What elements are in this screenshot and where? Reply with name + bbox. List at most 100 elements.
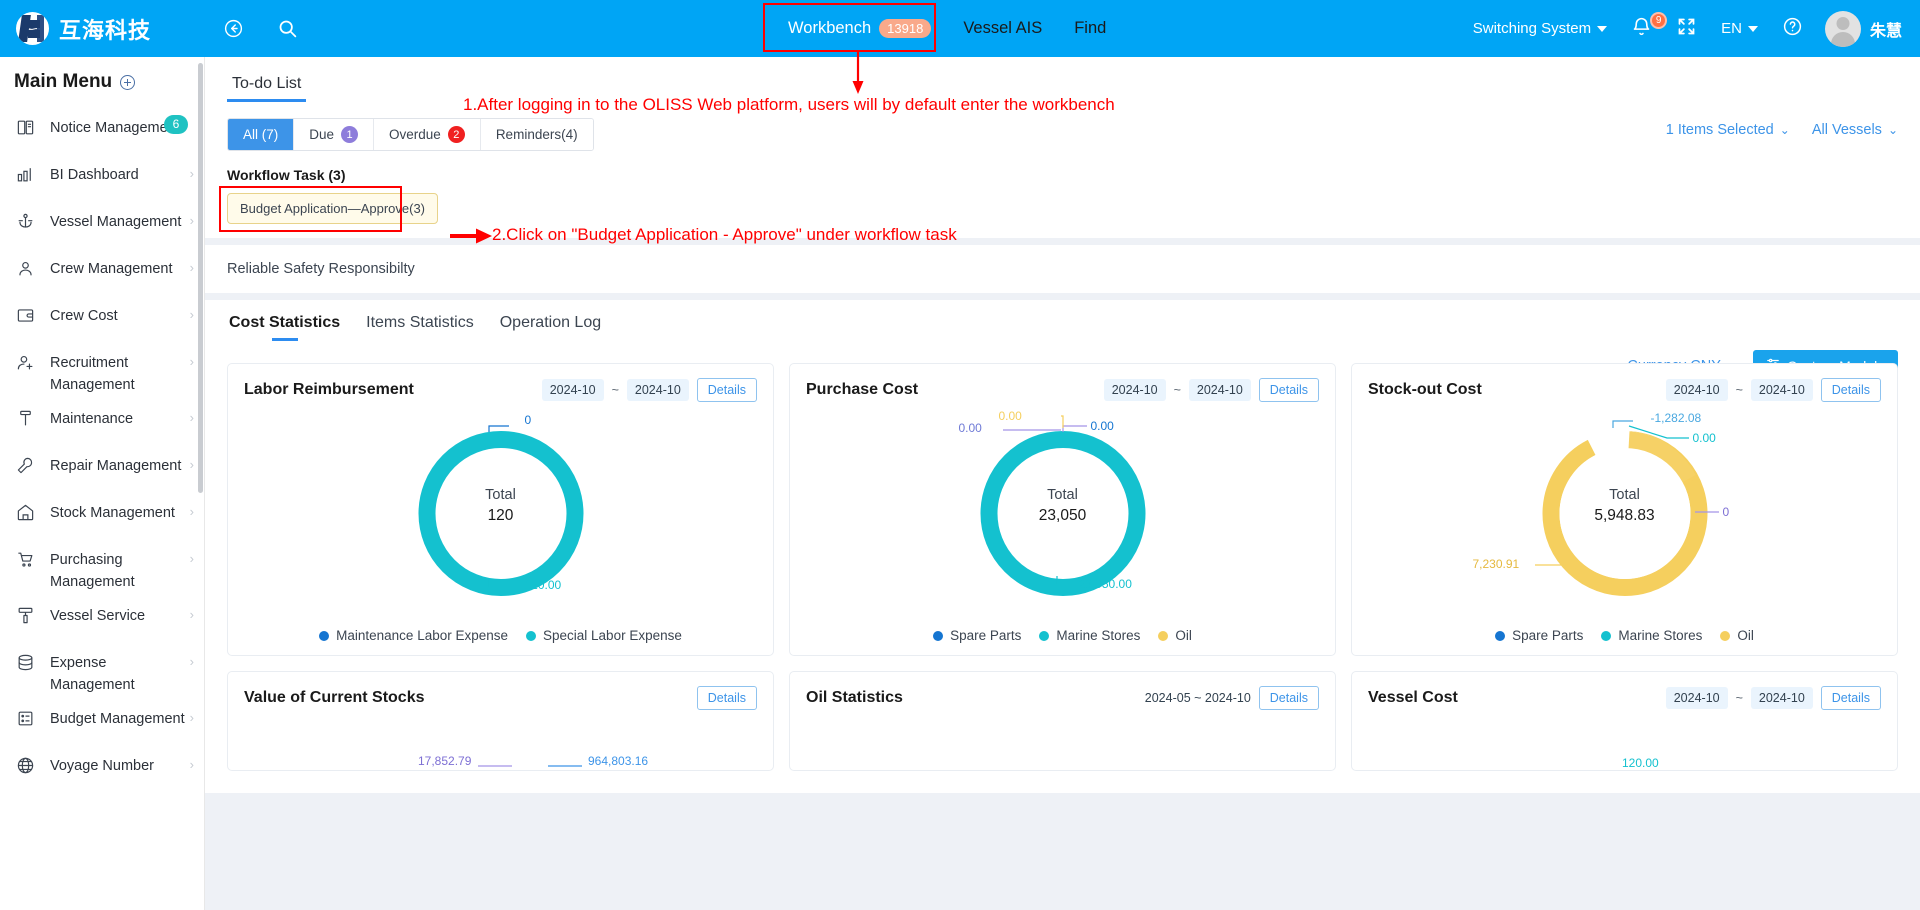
filter-due[interactable]: Due 1 bbox=[294, 119, 375, 150]
filter-reminders[interactable]: Reminders(4) bbox=[480, 119, 593, 150]
legend-dot bbox=[1720, 630, 1731, 641]
statistics-section: Cost Statistics Items Statistics Operati… bbox=[205, 300, 1920, 793]
details-button[interactable]: Details bbox=[1258, 686, 1319, 710]
date-to[interactable]: 2024-10 bbox=[1750, 379, 1813, 401]
chevron-right-icon: › bbox=[189, 260, 194, 275]
all-vessels-dropdown[interactable]: All Vessels ⌄ bbox=[1812, 122, 1898, 138]
sidebar-label: Vessel Service bbox=[50, 608, 146, 624]
fullscreen-icon bbox=[1676, 16, 1697, 41]
database-icon bbox=[14, 651, 36, 673]
date-range[interactable]: 2024-05 ~ 2024-10 bbox=[1145, 691, 1251, 705]
legend-item[interactable]: Oil bbox=[1720, 628, 1754, 643]
date-to[interactable]: 2024-10 bbox=[1750, 687, 1813, 709]
date-to[interactable]: 2024-10 bbox=[1188, 379, 1251, 401]
search-icon[interactable] bbox=[276, 18, 298, 40]
notifications-button[interactable]: 9 bbox=[1619, 12, 1668, 41]
tab-cost-statistics[interactable]: Cost Statistics bbox=[229, 314, 340, 341]
card-labor-reimbursement: Labor Reimbursement 2024-10 ~ 2024-10 De… bbox=[227, 363, 774, 656]
donut-value-label-0: -1,282.08 bbox=[1650, 411, 1702, 425]
items-selected-dropdown[interactable]: 1 Items Selected ⌄ bbox=[1666, 122, 1790, 138]
sidebar-item-vessel-service[interactable]: Vessel Service › bbox=[0, 593, 204, 640]
back-arrow-icon[interactable] bbox=[222, 18, 244, 40]
fullscreen-button[interactable] bbox=[1664, 16, 1709, 41]
donut-leader-line-1 bbox=[1628, 425, 1689, 439]
filter-overdue[interactable]: Overdue 2 bbox=[374, 119, 481, 150]
home-icon bbox=[14, 501, 36, 523]
legend-item[interactable]: Marine Stores bbox=[1601, 628, 1702, 643]
sidebar-item-vessel-management[interactable]: Vessel Management › bbox=[0, 199, 204, 246]
tab-todo-list[interactable]: To-do List bbox=[227, 75, 307, 102]
donut-value-label-2: 0 bbox=[1722, 505, 1730, 519]
legend-item[interactable]: Oil bbox=[1158, 628, 1192, 643]
sidebar-item-maintenance[interactable]: Maintenance › bbox=[0, 396, 204, 443]
details-button[interactable]: Details bbox=[1820, 686, 1881, 710]
details-button[interactable]: Details bbox=[1258, 378, 1319, 402]
hammer-icon bbox=[14, 407, 36, 429]
sidebar-label: Budget Management bbox=[50, 711, 185, 727]
chevron-down-icon: ⌄ bbox=[1887, 123, 1898, 137]
date-from[interactable]: 2024-10 bbox=[541, 379, 604, 401]
legend-item[interactable]: Special Labor Expense bbox=[526, 628, 682, 643]
top-bar: 互海科技 Workbench 13918 Vessel AIS Find Swi… bbox=[0, 0, 1920, 57]
sidebar-item-crew-cost[interactable]: Crew Cost › bbox=[0, 293, 204, 340]
legend-item[interactable]: Spare Parts bbox=[1495, 628, 1583, 643]
date-from[interactable]: 2024-10 bbox=[1103, 379, 1166, 401]
sidebar-item-budget-management[interactable]: Budget Management › bbox=[0, 696, 204, 743]
brand-logo[interactable]: 互海科技 bbox=[0, 12, 205, 45]
sidebar-item-expense-management[interactable]: Expense Management › bbox=[0, 640, 204, 696]
legend-item[interactable]: Marine Stores bbox=[1039, 628, 1140, 643]
plus-circle-icon[interactable] bbox=[120, 74, 136, 90]
chevron-right-icon: › bbox=[189, 457, 194, 472]
donut-value-label-bottom: 23,050.00 bbox=[1078, 577, 1132, 591]
sidebar-item-repair-management[interactable]: Repair Management › bbox=[0, 443, 204, 490]
sidebar-item-notice-management[interactable]: Notice Management 6 bbox=[0, 105, 204, 152]
sidebar-scrollbar[interactable] bbox=[198, 63, 203, 493]
bell-icon bbox=[1631, 16, 1652, 41]
help-button[interactable] bbox=[1770, 16, 1815, 41]
legend-item[interactable]: Spare Parts bbox=[933, 628, 1021, 643]
legend-item[interactable]: Maintenance Labor Expense bbox=[319, 628, 508, 643]
nav-item-workbench[interactable]: Workbench 13918 bbox=[772, 0, 947, 57]
workflow-chip-budget-application-approve[interactable]: Budget Application—Approve(3) bbox=[227, 193, 439, 224]
switching-system-dropdown[interactable]: Switching System bbox=[1461, 20, 1619, 37]
date-to[interactable]: 2024-10 bbox=[626, 379, 689, 401]
chevron-right-icon: › bbox=[189, 654, 194, 669]
cart-icon bbox=[14, 548, 36, 570]
card-header: Oil Statistics 2024-05 ~ 2024-10 Details bbox=[806, 686, 1319, 710]
tab-items-statistics[interactable]: Items Statistics bbox=[366, 314, 474, 341]
help-circle-icon bbox=[1782, 16, 1803, 41]
sidebar-item-recruitment-management[interactable]: Recruitment Management › bbox=[0, 340, 204, 396]
chevron-right-icon: › bbox=[189, 710, 194, 725]
date-from[interactable]: 2024-10 bbox=[1665, 687, 1728, 709]
date-from[interactable]: 2024-10 bbox=[1665, 379, 1728, 401]
details-button[interactable]: Details bbox=[696, 378, 757, 402]
avatar[interactable] bbox=[1824, 10, 1861, 47]
chevron-down-icon: ⌄ bbox=[1779, 123, 1790, 137]
todo-filter-row: All (7) Due 1 Overdue 2 Reminders(4) bbox=[227, 118, 1898, 151]
card-tools: 2024-10 ~ 2024-10 Details bbox=[1665, 378, 1881, 402]
filter-all[interactable]: All (7) bbox=[228, 119, 295, 150]
nav-item-vessel-ais[interactable]: Vessel AIS bbox=[947, 0, 1058, 57]
sidebar-item-stock-management[interactable]: Stock Management › bbox=[0, 490, 204, 537]
notice-badge: 6 bbox=[164, 115, 188, 134]
chevron-right-icon: › bbox=[189, 307, 194, 322]
workflow-task-title: Workflow Task (3) bbox=[227, 167, 346, 183]
sidebar-item-purchasing-management[interactable]: Purchasing Management › bbox=[0, 537, 204, 593]
legend-label: Marine Stores bbox=[1618, 628, 1703, 643]
sidebar-item-voyage-number[interactable]: Voyage Number › bbox=[0, 743, 204, 790]
sidebar-item-crew-management[interactable]: Crew Management › bbox=[0, 246, 204, 293]
details-button[interactable]: Details bbox=[696, 686, 757, 710]
filter-all-label: All (7) bbox=[243, 127, 279, 142]
language-dropdown[interactable]: EN bbox=[1709, 20, 1770, 37]
sidebar-label: Expense Management bbox=[50, 655, 135, 693]
tab-operation-log-label: Operation Log bbox=[499, 314, 602, 331]
tab-operation-log[interactable]: Operation Log bbox=[500, 314, 601, 341]
main-menu-header: Main Menu bbox=[0, 57, 204, 103]
details-button[interactable]: Details bbox=[1820, 378, 1881, 402]
card-title: Purchase Cost bbox=[806, 381, 919, 398]
nav-item-find[interactable]: Find bbox=[1058, 0, 1122, 57]
sidebar-item-bi-dashboard[interactable]: BI Dashboard › bbox=[0, 152, 204, 199]
main-menu-title: Main Menu bbox=[14, 71, 113, 92]
chevron-right-icon: › bbox=[189, 213, 194, 228]
person-icon bbox=[14, 257, 36, 279]
